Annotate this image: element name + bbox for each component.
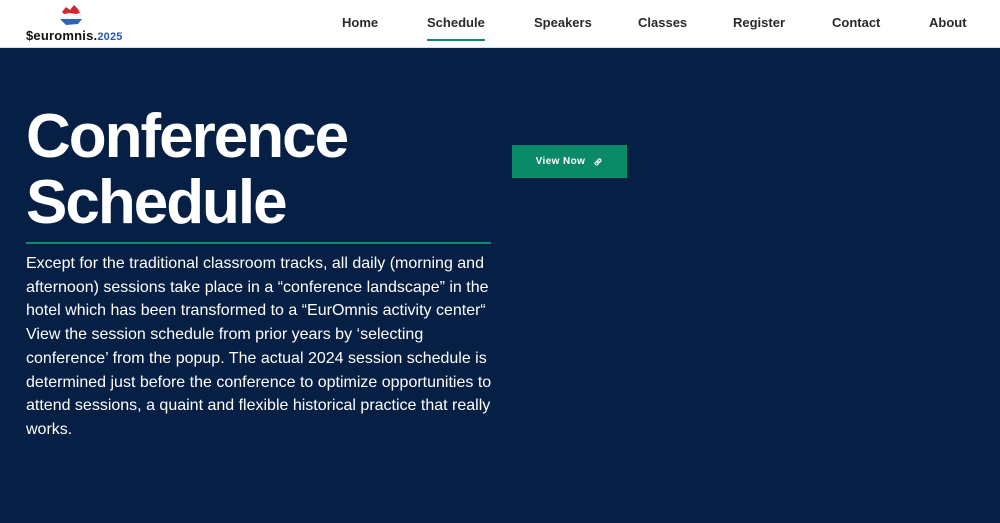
logo-name: $euromnis.: [26, 28, 98, 43]
nav-contact[interactable]: Contact: [832, 15, 880, 30]
intro-paragraph-1: Except for the traditional classroom tra…: [26, 255, 489, 320]
view-now-button[interactable]: View Now: [512, 145, 627, 178]
link-icon: [594, 157, 602, 166]
intro-text: Except for the traditional classroom tra…: [26, 252, 496, 442]
nav-register[interactable]: Register: [733, 15, 785, 30]
site-header: $euromnis.2025 Home Schedule Speakers Cl…: [0, 0, 1000, 48]
logo-wordmark: $euromnis.2025: [26, 28, 123, 43]
title-line-1: Conference: [26, 102, 349, 171]
nav-speakers[interactable]: Speakers: [534, 15, 592, 30]
view-now-label: View Now: [535, 156, 586, 167]
page-title: Conference Schedule: [26, 104, 496, 236]
title-line-2: Schedule: [26, 168, 288, 237]
title-divider: [26, 242, 491, 244]
nav-about[interactable]: About: [929, 15, 967, 30]
nav-classes[interactable]: Classes: [638, 15, 687, 30]
nav-schedule[interactable]: Schedule: [427, 15, 485, 41]
logo-year: 2025: [97, 31, 123, 43]
site-logo[interactable]: $euromnis.2025: [26, 4, 136, 44]
nav-home[interactable]: Home: [342, 15, 378, 30]
netherlands-map-icon: [60, 5, 82, 25]
intro-paragraph-2: View the session schedule from prior yea…: [26, 326, 492, 438]
